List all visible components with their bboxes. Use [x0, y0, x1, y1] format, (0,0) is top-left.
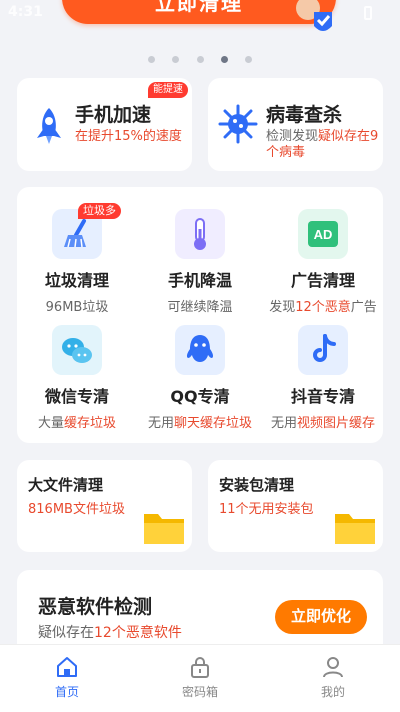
- rocket-icon: [37, 108, 61, 144]
- bottom-tab-bar: 首页 密码箱 我的: [0, 644, 400, 712]
- shield-check-icon: [296, 0, 332, 31]
- speedup-desc: 在提升15%的速度: [75, 129, 182, 144]
- qq-clean-desc: 无用聊天缓存垃圾: [140, 412, 260, 431]
- junk-clean-desc: 96MB垃圾: [45, 300, 109, 315]
- malware-title: 恶意软件检测: [38, 596, 153, 618]
- junk-badge: 垃圾多: [78, 203, 121, 219]
- carousel-dot-active[interactable]: [220, 56, 228, 63]
- cool-down-title: 手机降温: [167, 271, 232, 290]
- antivirus-desc: 检测发现疑似存在9个病毒: [266, 129, 380, 161]
- optimize-button[interactable]: 立即优化: [275, 600, 367, 634]
- lock-icon: [191, 657, 209, 678]
- cool-down-desc: 可继续降温: [167, 300, 233, 315]
- tab-password-box[interactable]: 密码箱: [160, 655, 240, 700]
- tiktok-desc-red: 视频图片缓存: [297, 416, 376, 431]
- antivirus-desc-prefix: 检测发现: [266, 129, 319, 144]
- ad-clean-item[interactable]: AD 广告清理 发现12个恶意广告: [263, 209, 383, 315]
- cleaning-tools-grid: 垃圾多 垃圾清理 96MB垃圾 手机降温 可继续降温 AD 广告清理 发现12个…: [17, 187, 383, 443]
- ad-desc-red: 12个恶意: [295, 300, 351, 315]
- carousel-dot[interactable]: [244, 56, 252, 63]
- virus-icon: [218, 104, 258, 144]
- apk-title: 安装包清理: [219, 476, 295, 494]
- cool-down-item[interactable]: 手机降温 可继续降温: [140, 209, 260, 315]
- speedup-title: 手机加速: [75, 104, 152, 126]
- tiktok-clean-title: 抖音专清: [290, 387, 355, 406]
- battery-icon: [364, 6, 372, 20]
- qq-clean-title: QQ专清: [170, 387, 230, 406]
- apk-clean-card[interactable]: 安装包清理 11个无用安装包: [208, 460, 383, 552]
- malware-desc-plain: 疑似存在: [38, 625, 94, 641]
- tiktok-clean-desc: 无用视频图片缓存: [263, 412, 383, 431]
- junk-clean-item[interactable]: 垃圾多 垃圾清理 96MB垃圾: [17, 203, 137, 315]
- broom-icon: 垃圾多: [52, 203, 121, 259]
- malware-desc: 疑似存在12个恶意软件: [38, 622, 182, 642]
- carousel-dot[interactable]: [172, 56, 180, 63]
- ad-clean-desc: 发现12个恶意广告: [263, 296, 383, 315]
- status-time: 4:31: [8, 4, 43, 20]
- qq-desc-plain: 无用: [147, 416, 174, 431]
- qq-icon: [175, 325, 225, 375]
- folder-icon: [144, 514, 184, 544]
- thermometer-icon: [175, 209, 225, 259]
- speedup-badge: 能提速: [148, 82, 188, 98]
- carousel-dot[interactable]: [148, 56, 156, 63]
- large-file-desc: 816MB文件垃圾: [28, 502, 125, 517]
- tab-profile-label: 我的: [320, 685, 345, 699]
- tab-home-label: 首页: [54, 685, 79, 699]
- apk-desc: 11个无用安装包: [219, 502, 314, 517]
- large-file-card[interactable]: 大文件清理 816MB文件垃圾: [17, 460, 192, 552]
- large-file-title: 大文件清理: [28, 476, 104, 494]
- antivirus-title: 病毒查杀: [266, 104, 343, 126]
- wechat-desc-plain: 大量: [37, 416, 64, 431]
- svg-text:AD: AD: [314, 227, 333, 242]
- wechat-desc-red: 缓存垃圾: [64, 416, 117, 431]
- tiktok-icon: [298, 325, 348, 375]
- junk-clean-title: 垃圾清理: [44, 271, 109, 290]
- carousel-dot[interactable]: [196, 56, 204, 63]
- ad-clean-title: 广告清理: [290, 271, 355, 290]
- wechat-clean-title: 微信专清: [44, 387, 109, 406]
- user-icon: [323, 657, 343, 678]
- phone-speedup-card[interactable]: 能提速 手机加速 在提升15%的速度: [17, 78, 192, 171]
- folder-icon: [335, 514, 375, 544]
- home-icon: [57, 657, 77, 677]
- ad-desc-tail: 广告: [350, 300, 377, 315]
- carousel-indicator: [0, 48, 400, 63]
- tab-profile[interactable]: 我的: [293, 655, 373, 700]
- wechat-clean-item[interactable]: 微信专清 大量缓存垃圾: [17, 325, 137, 431]
- malware-desc-red: 12个恶意软件: [94, 625, 182, 641]
- wechat-clean-desc: 大量缓存垃圾: [17, 412, 137, 431]
- tab-password-label: 密码箱: [181, 685, 218, 699]
- tab-home[interactable]: 首页: [27, 655, 107, 700]
- tiktok-desc-plain: 无用: [270, 416, 297, 431]
- qq-desc-red: 聊天缓存垃圾: [174, 416, 253, 431]
- ad-icon: AD: [298, 209, 348, 259]
- ad-desc-plain: 发现: [269, 300, 296, 315]
- tiktok-clean-item[interactable]: 抖音专清 无用视频图片缓存: [263, 325, 383, 431]
- wechat-icon: [52, 325, 102, 375]
- qq-clean-item[interactable]: QQ专清 无用聊天缓存垃圾: [140, 325, 260, 431]
- antivirus-card[interactable]: 病毒查杀 检测发现疑似存在9个病毒: [208, 78, 383, 171]
